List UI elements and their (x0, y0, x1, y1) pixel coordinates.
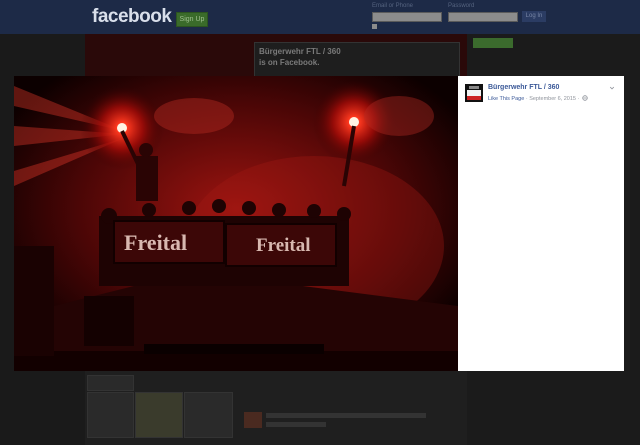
login-button[interactable]: Log In (522, 11, 546, 22)
banner-text-right: Freital (256, 235, 311, 256)
page-logo-image (465, 84, 483, 102)
page-subtitle: is on Facebook. (259, 58, 320, 67)
page-avatar[interactable] (465, 84, 483, 102)
thumbnail[interactable] (87, 375, 134, 391)
globe-icon (582, 95, 588, 101)
post-meta-line: Like This Page · September 6, 2015 · (488, 95, 588, 102)
page-name-link[interactable]: Bürgerwehr FTL / 360 (488, 84, 559, 91)
meta-separator: · (577, 96, 580, 102)
page-title: Bürgerwehr FTL / 360 (259, 47, 341, 56)
email-field[interactable] (372, 12, 442, 22)
post-meta (266, 422, 326, 427)
post-header (266, 413, 426, 418)
page-title-box: Bürgerwehr FTL / 360 is on Facebook. (254, 42, 460, 78)
post-date[interactable]: September 6, 2015 (529, 96, 576, 102)
thumbnail[interactable] (184, 392, 233, 438)
chevron-down-icon[interactable] (609, 85, 615, 91)
photo-info-panel: Bürgerwehr FTL / 360 Like This Page · Se… (458, 76, 624, 371)
photo-viewer[interactable]: Freital Freital (14, 76, 458, 371)
photo: Freital Freital (14, 76, 458, 371)
avatar[interactable] (244, 412, 262, 428)
email-label: Email or Phone (372, 3, 414, 9)
signup-button[interactable]: Sign Up (176, 12, 208, 27)
meta-separator: · (525, 96, 528, 102)
thumbnail[interactable] (135, 392, 183, 438)
top-bar: facebook Sign Up Email or Phone Password… (0, 0, 640, 34)
facebook-logo[interactable]: facebook (92, 6, 172, 28)
keep-logged-in-checkbox[interactable] (372, 24, 377, 29)
password-label: Password (448, 3, 475, 9)
follow-button[interactable] (473, 38, 513, 48)
banner-text-left: Freital (124, 230, 187, 255)
password-field[interactable] (448, 12, 518, 22)
like-page-link[interactable]: Like This Page (488, 96, 524, 102)
thumbnail[interactable] (87, 392, 134, 438)
